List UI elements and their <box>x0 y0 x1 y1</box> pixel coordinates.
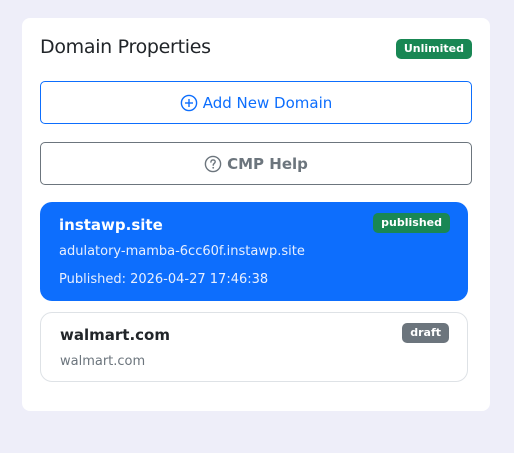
domain-card-instawp[interactable]: instawp.site published adulatory-mamba-6… <box>40 202 468 301</box>
status-badge: draft <box>402 323 449 343</box>
domain-subdomain: walmart.com <box>60 354 146 369</box>
cmp-help-label: CMP Help <box>227 154 308 173</box>
domain-card-walmart[interactable]: walmart.com draft walmart.com <box>40 312 468 382</box>
plus-circle-icon <box>180 94 198 112</box>
add-new-domain-button[interactable]: Add New Domain <box>40 81 472 124</box>
published-date: Published: 2026-04-27 17:46:38 <box>59 272 269 287</box>
status-badge: published <box>373 213 450 233</box>
panel-title: Domain Properties <box>40 36 211 58</box>
domain-name: instawp.site <box>59 216 163 234</box>
domain-properties-panel: Domain Properties Unlimited Add New Doma… <box>22 18 490 411</box>
plan-badge: Unlimited <box>395 39 472 59</box>
cmp-help-button[interactable]: CMP Help <box>40 142 472 185</box>
domain-subdomain: adulatory-mamba-6cc60f.instawp.site <box>59 244 305 259</box>
add-new-domain-label: Add New Domain <box>202 93 333 112</box>
domain-name: walmart.com <box>60 326 170 344</box>
question-circle-icon <box>204 155 222 173</box>
